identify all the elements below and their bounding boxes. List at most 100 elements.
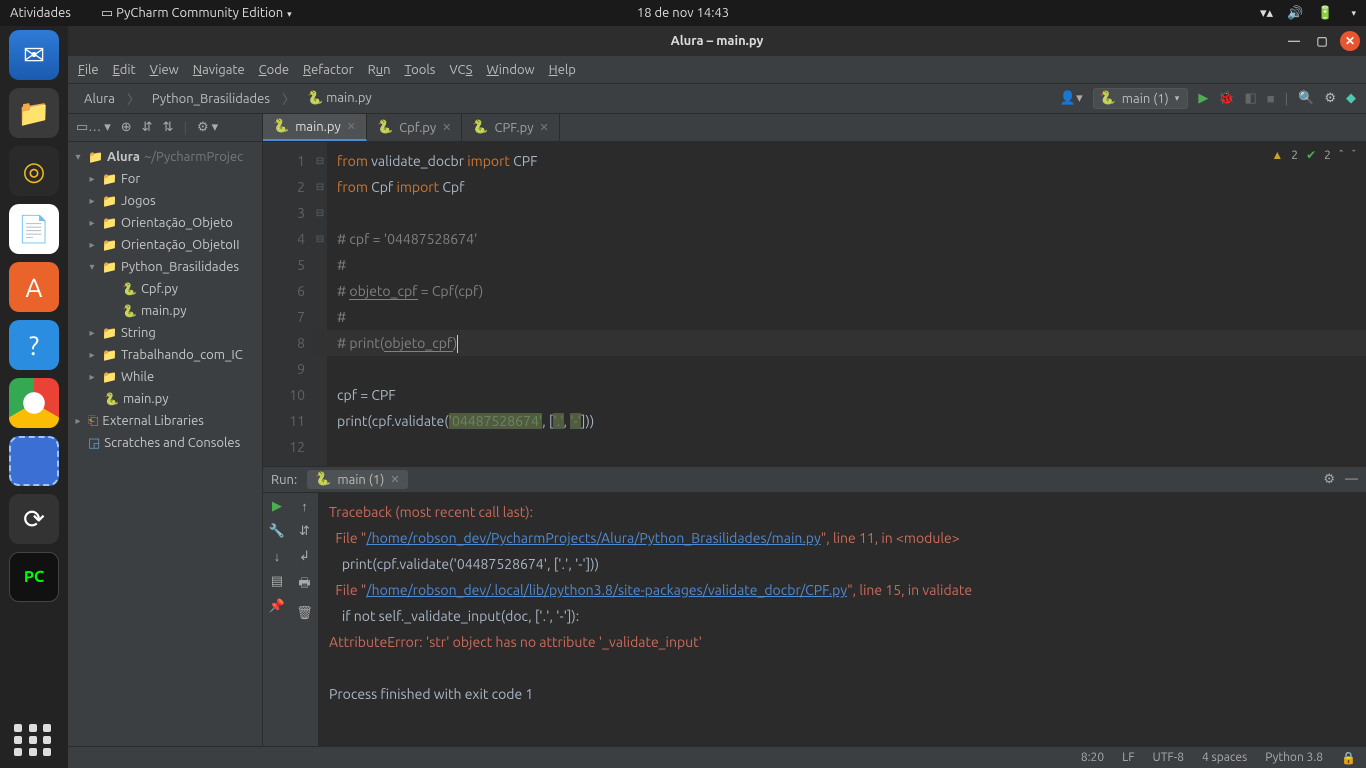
tree-external-libs[interactable]: ▸⎗ External Libraries bbox=[68, 410, 262, 432]
app-menu[interactable]: ▭ PyCharm Community Edition▾ bbox=[101, 6, 292, 21]
menu-refactor[interactable]: Refactor bbox=[303, 63, 354, 77]
project-tree[interactable]: ▾📁 Alura ~/PycharmProjec ▸📁 For ▸📁 Jogos… bbox=[68, 142, 262, 746]
dock-chrome[interactable] bbox=[9, 378, 59, 428]
status-position[interactable]: 8:20 bbox=[1081, 751, 1104, 764]
status-interpreter[interactable]: Python 3.8 bbox=[1265, 751, 1323, 764]
status-indent[interactable]: 4 spaces bbox=[1202, 751, 1247, 764]
chevron-up-icon[interactable]: ˆ bbox=[1339, 149, 1344, 162]
menu-help[interactable]: Help bbox=[549, 63, 576, 77]
menu-view[interactable]: View bbox=[150, 63, 179, 77]
tree-folder[interactable]: ▸📁 While bbox=[68, 366, 262, 388]
tool-wrench-icon[interactable]: 🔧 bbox=[269, 524, 285, 539]
menu-run[interactable]: Run bbox=[368, 63, 391, 77]
tree-folder[interactable]: ▸📁 Jogos bbox=[68, 190, 262, 212]
dock-help[interactable]: ? bbox=[9, 320, 59, 370]
breadcrumb-file[interactable]: 🐍 main.py bbox=[301, 89, 378, 108]
status-encoding[interactable]: UTF-8 bbox=[1153, 751, 1184, 764]
run-button[interactable]: ▶ bbox=[1198, 91, 1208, 106]
tree-root[interactable]: ▾📁 Alura ~/PycharmProjec bbox=[68, 146, 262, 168]
run-panel-header[interactable]: Run: 🐍 main (1) ✕ ⚙ — bbox=[263, 467, 1366, 493]
run-config-selector[interactable]: 🐍 main (1) ▾ bbox=[1093, 88, 1189, 109]
dock-pycharm[interactable]: PC bbox=[9, 552, 59, 602]
expand-all-icon[interactable]: ⇵ bbox=[142, 120, 153, 135]
run-gear-icon[interactable]: ⚙ bbox=[1323, 472, 1335, 487]
dock-thunderbird[interactable]: ✉ bbox=[9, 30, 59, 80]
tree-folder[interactable]: ▸📁 Trabalhando_com_IC bbox=[68, 344, 262, 366]
console-output[interactable]: Traceback (most recent call last): File … bbox=[319, 493, 1366, 746]
gear-icon[interactable]: ⚙ ▾ bbox=[197, 120, 218, 135]
debug-button[interactable]: 🐞 bbox=[1218, 91, 1234, 106]
chevron-down-icon[interactable]: ˇ bbox=[1351, 149, 1356, 162]
titlebar[interactable]: Alura – main.py — ▢ ✕ bbox=[68, 26, 1366, 56]
inspection-widget[interactable]: ▲2 ✔2 ˆ ˇ bbox=[1271, 148, 1356, 162]
menu-edit[interactable]: Edit bbox=[113, 63, 136, 77]
status-lock-icon[interactable]: 🔒 bbox=[1341, 751, 1356, 765]
system-menu-arrow[interactable]: ▾ bbox=[1351, 8, 1356, 19]
tree-folder[interactable]: ▸📁 Orientação_ObjetoII bbox=[68, 234, 262, 256]
dock-software[interactable]: A bbox=[9, 262, 59, 312]
tool-down-icon[interactable]: ↓ bbox=[274, 549, 281, 564]
tree-folder[interactable]: ▸📁 Orientação_Objeto bbox=[68, 212, 262, 234]
editor-tab-cpf[interactable]: 🐍Cpf.py✕ bbox=[367, 114, 462, 141]
tool-print-icon[interactable]: 🖶 bbox=[298, 574, 310, 596]
menu-code[interactable]: Code bbox=[259, 63, 289, 77]
run-tab[interactable]: 🐍 main (1) ✕ bbox=[307, 470, 407, 489]
select-target-icon[interactable]: ⊕ bbox=[121, 120, 132, 135]
dock-libreoffice[interactable]: 📄 bbox=[9, 204, 59, 254]
tool-layout-icon[interactable]: ▤ bbox=[271, 574, 283, 589]
rerun-button[interactable]: ▶ bbox=[272, 499, 282, 514]
breadcrumb-folder[interactable]: Python_Brasilidades bbox=[146, 90, 276, 108]
tree-file[interactable]: 🐍 main.py bbox=[68, 300, 262, 322]
tree-file[interactable]: 🐍 Cpf.py bbox=[68, 278, 262, 300]
ok-icon: ✔ bbox=[1306, 148, 1316, 162]
menu-window[interactable]: Window bbox=[486, 63, 534, 77]
tree-scratches[interactable]: ◲ Scratches and Consoles bbox=[68, 432, 262, 454]
tree-folder-open[interactable]: ▾📁 Python_Brasilidades bbox=[68, 256, 262, 278]
project-view-selector[interactable]: ▭… ▾ bbox=[76, 120, 111, 135]
menu-navigate[interactable]: Navigate bbox=[193, 63, 245, 77]
minimize-button[interactable]: — bbox=[1284, 31, 1304, 51]
tool-wrap-icon[interactable]: ↲ bbox=[299, 549, 310, 564]
close-tab-icon[interactable]: ✕ bbox=[442, 121, 451, 134]
status-line-ending[interactable]: LF bbox=[1122, 751, 1134, 764]
code-content[interactable]: from validate_docbr import CPFfrom Cpf i… bbox=[327, 142, 1366, 466]
battery-icon[interactable]: 🔋 bbox=[1317, 6, 1333, 21]
add-user-icon[interactable]: 👤▾ bbox=[1060, 91, 1083, 106]
run-hide-icon[interactable]: — bbox=[1345, 472, 1358, 487]
tool-up-icon[interactable]: ↑ bbox=[301, 499, 308, 514]
maximize-button[interactable]: ▢ bbox=[1312, 31, 1332, 51]
dock-apps-grid[interactable] bbox=[14, 724, 54, 756]
close-tab-icon[interactable]: ✕ bbox=[539, 121, 548, 134]
clock[interactable]: 18 de nov 14:43 bbox=[637, 6, 729, 20]
close-tab-icon[interactable]: ✕ bbox=[347, 120, 356, 133]
dock-updater[interactable]: ⟳ bbox=[9, 494, 59, 544]
tool-pin-icon[interactable]: 📌 bbox=[269, 599, 285, 614]
tree-file[interactable]: 🐍 main.py bbox=[68, 388, 262, 410]
wifi-icon[interactable]: ▾▴ bbox=[1260, 6, 1273, 21]
editor-tab-main[interactable]: 🐍main.py✕ bbox=[263, 114, 367, 141]
ide-logo-icon[interactable]: ◆ bbox=[1346, 91, 1356, 106]
collapse-all-icon[interactable]: ⇅ bbox=[163, 120, 174, 135]
editor-body[interactable]: 123456789101112 ⊟⊟⊟⊟ from validate_docbr… bbox=[263, 142, 1366, 466]
tool-trash-icon[interactable]: 🗑 bbox=[296, 606, 313, 621]
volume-icon[interactable]: 🔊 bbox=[1287, 6, 1303, 21]
editor-gutter[interactable]: 123456789101112 bbox=[263, 142, 313, 466]
tool-collapse-icon[interactable]: ⇵ bbox=[299, 524, 310, 539]
close-button[interactable]: ✕ bbox=[1340, 31, 1360, 51]
stop-button[interactable]: ■ bbox=[1267, 91, 1275, 106]
coverage-button[interactable]: ◧ bbox=[1245, 91, 1257, 106]
menu-tools[interactable]: Tools bbox=[405, 63, 436, 77]
dock-screenshot[interactable] bbox=[9, 436, 59, 486]
dock-rhythmbox[interactable]: ◎ bbox=[9, 146, 59, 196]
fold-gutter[interactable]: ⊟⊟⊟⊟ bbox=[313, 142, 327, 466]
menu-file[interactable]: File bbox=[78, 63, 99, 77]
menu-vcs[interactable]: VCS bbox=[449, 63, 472, 77]
settings-icon[interactable]: ⚙ bbox=[1324, 91, 1336, 106]
editor-tab-CPF[interactable]: 🐍CPF.py✕ bbox=[462, 114, 559, 141]
search-icon[interactable]: 🔍 bbox=[1298, 91, 1314, 106]
breadcrumb-root[interactable]: Alura bbox=[78, 90, 121, 108]
tree-folder[interactable]: ▸📁 For bbox=[68, 168, 262, 190]
activities-button[interactable]: Atividades bbox=[10, 6, 71, 20]
tree-folder[interactable]: ▸📁 String bbox=[68, 322, 262, 344]
dock-files[interactable]: 📁 bbox=[9, 88, 59, 138]
